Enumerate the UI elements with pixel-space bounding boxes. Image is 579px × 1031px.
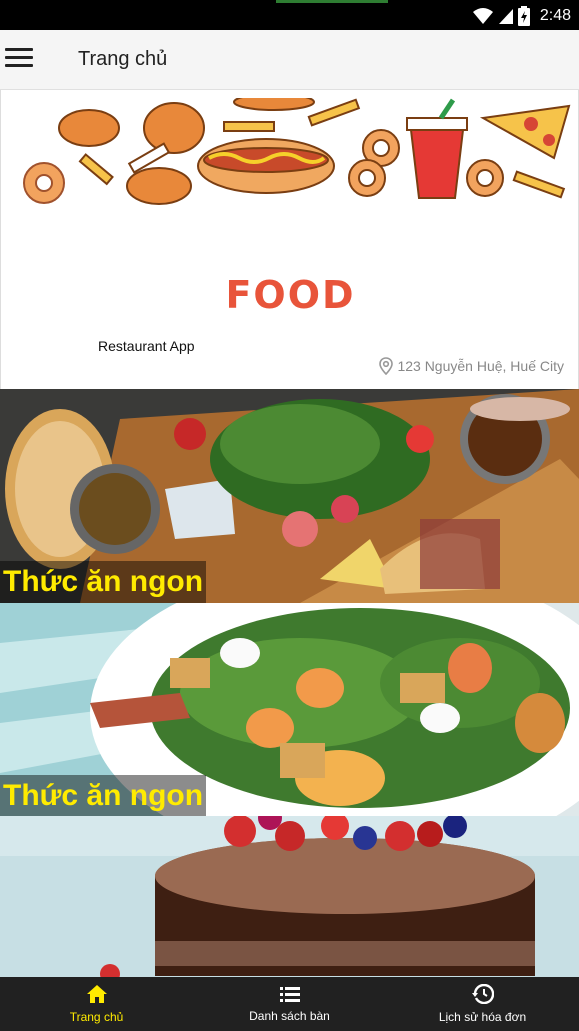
food-card[interactable]: Thức ăn ngon: [0, 389, 579, 603]
menu-icon-line: [5, 48, 33, 51]
card-label: Thức ăn ngon: [0, 561, 207, 603]
nav-item-label: Danh sách bàn: [249, 1009, 330, 1023]
battery-icon: [517, 6, 530, 26]
menu-button[interactable]: [5, 48, 33, 72]
address-text: 123 Nguyễn Huệ, Huế City: [397, 358, 564, 374]
food-card[interactable]: [0, 816, 579, 978]
food-photo: [0, 816, 579, 978]
bottom-nav: Trang chủ Danh sách bàn Lịch sử hóa đơn: [0, 977, 579, 1031]
nav-item-home[interactable]: Trang chủ: [0, 977, 193, 1031]
location-pin-icon: [379, 357, 394, 375]
wifi-icon: [472, 8, 493, 24]
nav-item-invoice-history[interactable]: Lịch sử hóa đơn: [386, 977, 579, 1031]
history-icon: [471, 984, 494, 1004]
status-icons: 2:48: [472, 5, 571, 27]
status-time: 2:48: [539, 7, 571, 24]
page-title: Trang chủ: [78, 48, 168, 70]
card-label: Thức ăn ngon: [0, 775, 207, 816]
food-card[interactable]: Thức ăn ngon: [0, 603, 579, 816]
food-logo: FOOD: [225, 273, 356, 317]
app-bar: Trang chủ: [0, 30, 579, 90]
home-icon: [86, 985, 107, 1003]
header-banner: FOOD Restaurant App 123 Nguyễn Huệ, Huế …: [0, 90, 579, 390]
menu-icon-line: [5, 64, 33, 67]
status-accent-line: [276, 0, 388, 3]
food-illustration-strip: [23, 98, 571, 205]
nav-item-label: Trang chủ: [69, 1010, 124, 1024]
menu-icon-line: [5, 56, 33, 59]
signal-icon: [498, 9, 513, 24]
status-bar: 2:48: [0, 0, 579, 30]
address: 123 Nguyễn Huệ, Huế City: [379, 357, 564, 375]
nav-item-table-list[interactable]: Danh sách bàn: [193, 977, 386, 1031]
list-icon: [279, 987, 300, 1002]
app-name: Restaurant App: [98, 338, 195, 354]
nav-item-label: Lịch sử hóa đơn: [438, 1010, 527, 1024]
